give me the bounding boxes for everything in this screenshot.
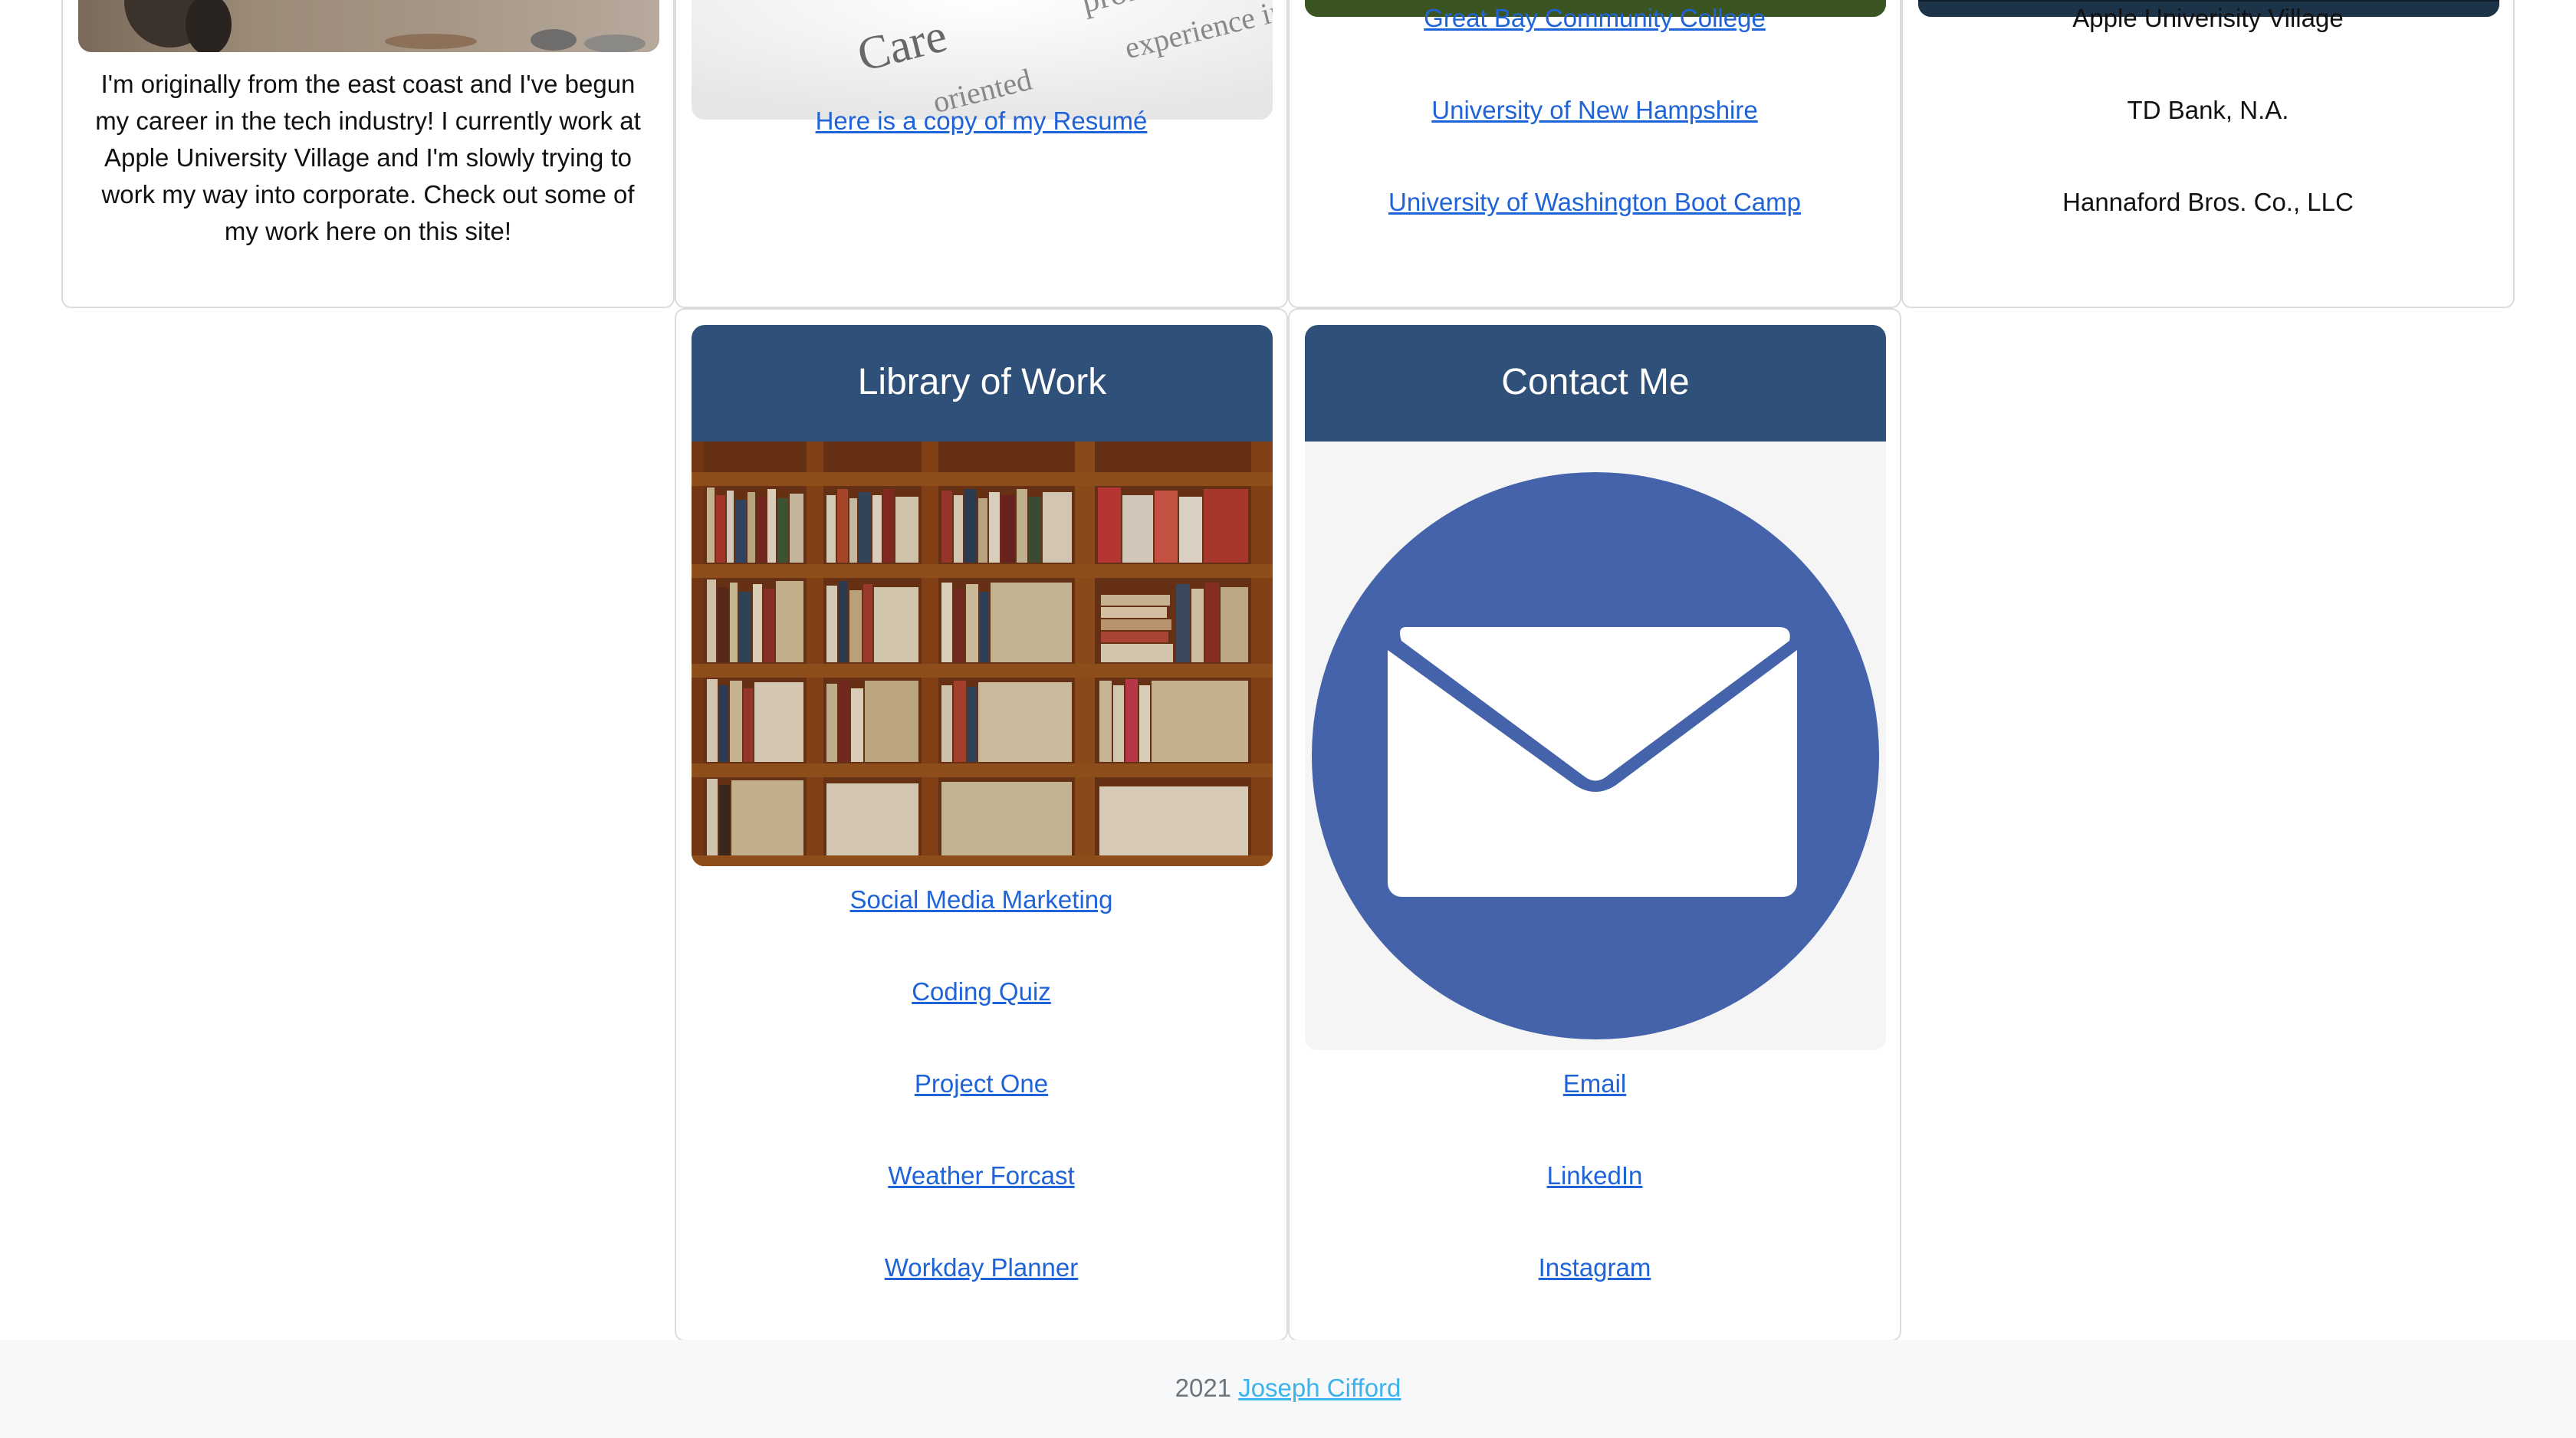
education-link-gbcc[interactable]: Great Bay Community College <box>1290 0 1900 37</box>
library-title: Library of Work <box>692 325 1273 442</box>
footer-year: 2021 <box>1175 1374 1239 1402</box>
contact-link-linkedin[interactable]: LinkedIn <box>1290 1157 1900 1194</box>
about-text-line: work my way into corporate. Check out so… <box>101 180 635 208</box>
experience-item: Hannaford Bros. Co., LLC <box>2062 188 2354 216</box>
contact-link-email[interactable]: Email <box>1290 1065 1900 1102</box>
education-card: Great Bay Community College University o… <box>1288 0 1901 308</box>
library-link-workday-planner[interactable]: Workday Planner <box>676 1249 1286 1286</box>
experience-card: Apple Univerisity Village TD Bank, N.A. … <box>1901 0 2515 308</box>
about-text-line: Apple University Village and I'm slowly … <box>104 143 632 172</box>
bookshelf-image <box>692 442 1273 866</box>
library-link-coding-quiz[interactable]: Coding Quiz <box>676 973 1286 1010</box>
library-link-project-one[interactable]: Project One <box>676 1065 1286 1102</box>
contact-link-instagram[interactable]: Instagram <box>1290 1249 1900 1286</box>
library-card: Library of Work Social Media Marketing C… <box>675 308 1288 1341</box>
education-link-unh[interactable]: University of New Hampshire <box>1290 92 1900 129</box>
about-text-line: I'm originally from the east coast and I… <box>100 70 636 98</box>
experience-item: TD Bank, N.A. <box>2127 96 2289 124</box>
resume-link[interactable]: Here is a copy of my Resumé <box>676 103 1286 140</box>
resume-image: Care professiona oriented experience in <box>692 0 1273 120</box>
resume-card: Care professiona oriented experience in … <box>675 0 1288 308</box>
about-card: I'm originally from the east coast and I… <box>61 0 675 308</box>
contact-title: Contact Me <box>1305 325 1886 442</box>
about-text-line: my career in the tech industry! I curren… <box>95 107 641 135</box>
library-link-weather[interactable]: Weather Forcast <box>676 1157 1286 1194</box>
email-image <box>1305 442 1886 1050</box>
experience-item: Apple Univerisity Village <box>2072 4 2344 32</box>
about-text-line: my work here on this site! <box>224 217 512 245</box>
mail-icon <box>1312 472 1879 1039</box>
education-link-uw-bootcamp[interactable]: University of Washington Boot Camp <box>1290 184 1900 221</box>
footer: 2021 Joseph Cifford <box>0 1340 2576 1438</box>
contact-card: Contact Me Email LinkedIn Instagram <box>1288 308 1901 1341</box>
footer-author-link[interactable]: Joseph Cifford <box>1238 1374 1401 1402</box>
library-link-social-media[interactable]: Social Media Marketing <box>676 882 1286 918</box>
profile-photo <box>78 0 659 52</box>
